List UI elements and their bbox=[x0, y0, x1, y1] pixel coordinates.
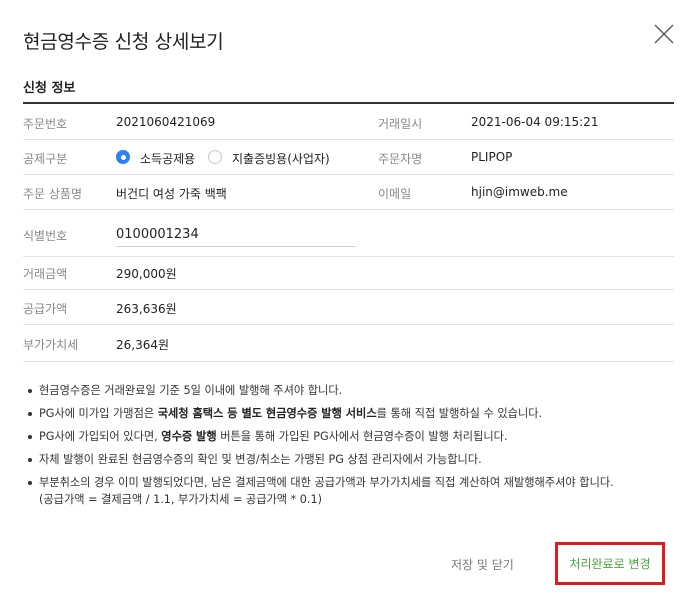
row-divider bbox=[23, 209, 674, 210]
trade-amount-label: 거래금액 bbox=[23, 267, 68, 281]
email-value: hjin@imweb.me bbox=[471, 185, 568, 199]
note-text: 버튼을 통해 가입된 PG사에서 현금영수증이 발행 처리됩니다. bbox=[216, 430, 508, 443]
mark-complete-button[interactable]: 처리완료로 변경 bbox=[555, 542, 665, 585]
order-number-value: 2021060421069 bbox=[116, 115, 216, 129]
note-text: 를 통해 직접 발행하실 수 있습니다. bbox=[376, 407, 543, 420]
radio-expense-proof[interactable] bbox=[208, 150, 222, 164]
close-icon bbox=[654, 24, 674, 44]
note-text: PG사에 미가입 가맹점은 bbox=[39, 407, 158, 420]
note-emphasis: 국세청 홈택스 등 별도 현금영수증 발행 서비스 bbox=[157, 407, 377, 420]
section-title: 신청 정보 bbox=[23, 81, 76, 96]
vat-label: 부가가치세 bbox=[23, 338, 79, 352]
supply-amount-label: 공급가액 bbox=[23, 302, 68, 316]
modal-title: 현금영수증 신청 상세보기 bbox=[23, 31, 224, 53]
note-item: PG사에 가입되어 있다면, 영수증 발행 버튼을 통해 가입된 PG사에서 현… bbox=[27, 428, 677, 445]
row-divider bbox=[23, 361, 674, 362]
identifier-label: 식별번호 bbox=[23, 229, 68, 243]
email-label: 이메일 bbox=[378, 187, 412, 201]
note-emphasis: 영수증 발행 bbox=[161, 430, 217, 443]
product-value: 버건디 여성 가죽 백팩 bbox=[116, 187, 227, 201]
orderer-value: PLIPOP bbox=[471, 150, 513, 164]
supply-amount-value: 263,636원 bbox=[116, 302, 177, 316]
note-text: 현금영수증은 거래완료일 기준 5일 이내에 발행해 주셔야 합니다. bbox=[39, 384, 343, 397]
note-item: 부분취소의 경우 이미 발행되었다면, 남은 결제금액에 대한 공급가액과 부가… bbox=[27, 474, 677, 508]
section-divider bbox=[23, 102, 674, 104]
trade-amount-value: 290,000원 bbox=[116, 267, 177, 281]
trade-datetime-value: 2021-06-04 09:15:21 bbox=[471, 115, 599, 129]
notes-list: 현금영수증은 거래완료일 기준 5일 이내에 발행해 주셔야 합니다. PG사에… bbox=[27, 382, 677, 514]
vat-value: 26,364원 bbox=[116, 338, 170, 352]
radio-income-deduction[interactable] bbox=[116, 150, 130, 164]
note-item: PG사에 미가입 가맹점은 국세청 홈택스 등 별도 현금영수증 발행 서비스를… bbox=[27, 405, 677, 422]
radio-expense-proof-label[interactable]: 지출증빙용(사업자) bbox=[232, 150, 330, 167]
trade-datetime-label: 거래일시 bbox=[378, 117, 423, 131]
close-button[interactable] bbox=[652, 22, 676, 46]
identifier-input[interactable] bbox=[116, 222, 356, 247]
note-formula: (공급가액 = 결제금액 / 1.1, 부가가치세 = 공급가액 * 0.1) bbox=[39, 493, 322, 506]
note-item: 현금영수증은 거래완료일 기준 5일 이내에 발행해 주셔야 합니다. bbox=[27, 382, 677, 399]
save-close-button[interactable]: 저장 및 닫기 bbox=[451, 556, 514, 573]
row-divider bbox=[23, 256, 674, 257]
note-text: PG사에 가입되어 있다면, bbox=[39, 430, 162, 443]
order-number-label: 주문번호 bbox=[23, 117, 68, 131]
row-divider bbox=[23, 139, 674, 140]
row-divider bbox=[23, 289, 674, 290]
row-divider bbox=[23, 324, 674, 325]
mark-complete-label: 처리완료로 변경 bbox=[569, 557, 651, 571]
radio-income-deduction-label[interactable]: 소득공제용 bbox=[140, 150, 195, 167]
row-divider bbox=[23, 174, 674, 175]
note-text: 부분취소의 경우 이미 발행되었다면, 남은 결제금액에 대한 공급가액과 부가… bbox=[39, 476, 614, 489]
note-item: 자체 발행이 완료된 현금영수증의 확인 및 변경/취소는 가맹된 PG 상점 … bbox=[27, 451, 677, 468]
orderer-label: 주문자명 bbox=[378, 152, 423, 166]
product-label: 주문 상품명 bbox=[23, 187, 83, 201]
deduction-type-label: 공제구분 bbox=[23, 152, 68, 166]
note-text: 자체 발행이 완료된 현금영수증의 확인 및 변경/취소는 가맹된 PG 상점 … bbox=[39, 453, 482, 466]
